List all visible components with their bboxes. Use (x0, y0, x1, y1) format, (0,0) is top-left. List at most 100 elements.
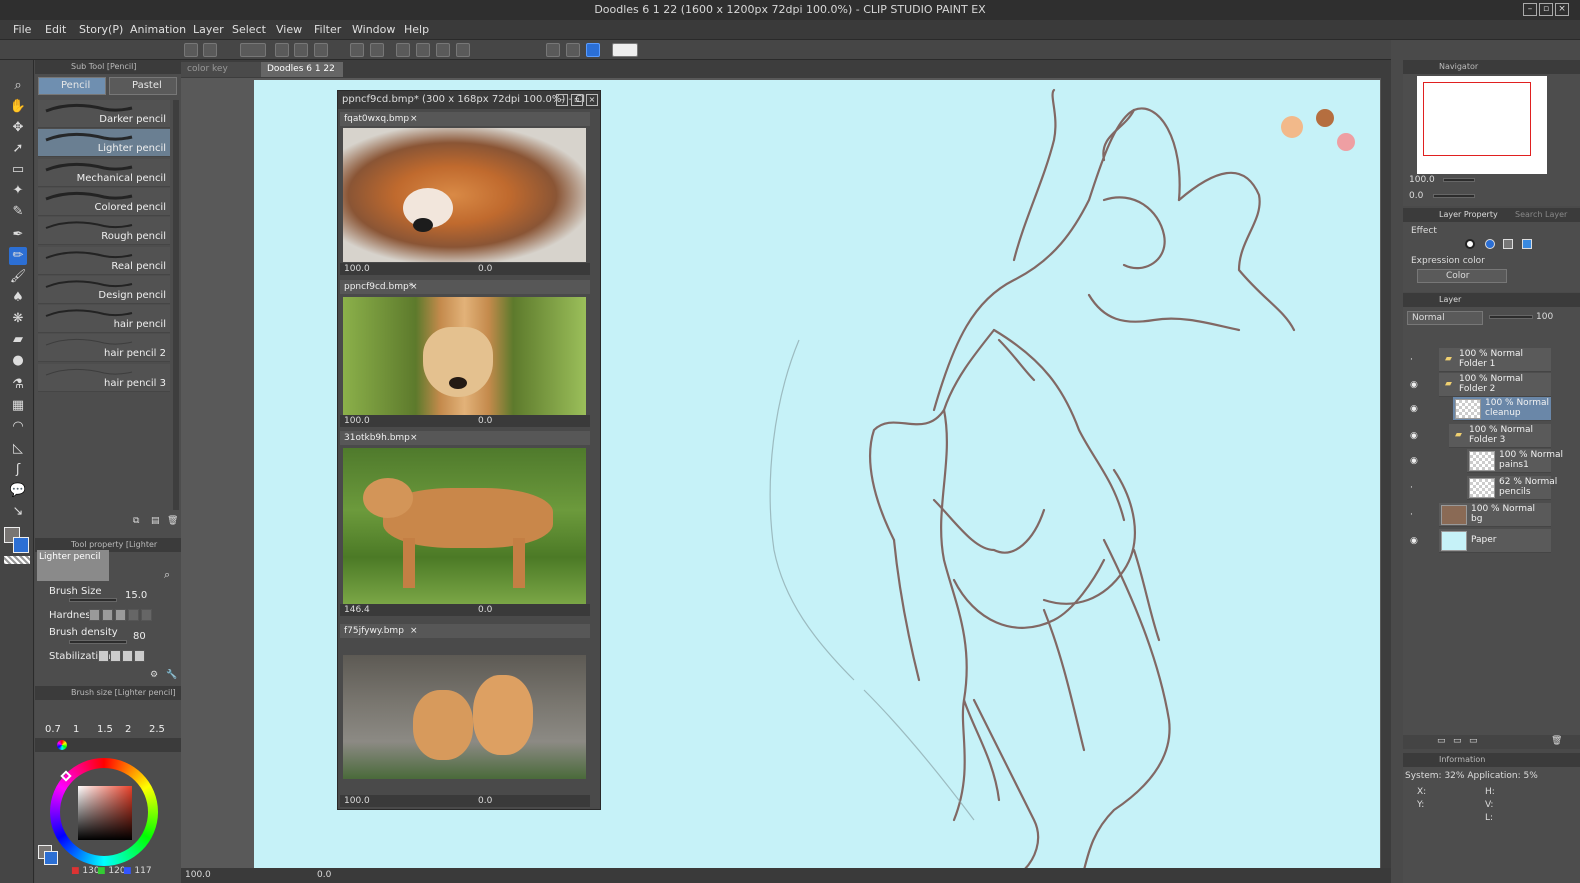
sub-tool-item[interactable]: Lighter pencil (38, 129, 170, 158)
navigator-zoom-value[interactable]: 100.0 (1409, 175, 1435, 185)
tone-effect-icon[interactable] (1503, 239, 1513, 249)
watercolor-edge-icon[interactable] (1485, 239, 1495, 249)
sub-view-window[interactable]: ppncf9cd.bmp* (300 x 168px 72dpi 100.0%)… (337, 90, 601, 810)
redo-icon[interactable] (370, 43, 384, 57)
sub-color-indicator[interactable] (44, 851, 58, 865)
wrench-icon[interactable]: 🔧 (166, 670, 177, 680)
crop-icon[interactable] (456, 43, 470, 57)
navigator-angle-slider[interactable] (1433, 194, 1475, 198)
sub-tool-item[interactable]: Darker pencil (38, 100, 170, 128)
canvas-angle-value[interactable]: 0.0 (317, 870, 331, 880)
sub-view-image-tab[interactable]: 31otkb9h.bmp × (340, 431, 590, 445)
close-button[interactable]: × (1555, 3, 1569, 16)
color-wheel[interactable] (50, 758, 158, 866)
grid-icon[interactable] (184, 43, 198, 57)
hardness-segment-4[interactable] (128, 609, 139, 621)
menu-edit[interactable]: Edit (45, 23, 66, 36)
saturation-value-square[interactable] (78, 786, 132, 840)
sub-tool-item[interactable]: Rough pencil (38, 217, 170, 246)
layer-opacity-value[interactable]: 100 (1536, 312, 1553, 322)
sub-tool-item[interactable]: hair pencil (38, 305, 170, 334)
menu-help[interactable]: Help (404, 23, 429, 36)
sub-tool-item[interactable]: hair pencil 2 (38, 334, 170, 363)
brush-density-slider[interactable] (69, 640, 127, 644)
brush-tool-icon[interactable]: 🖌 (9, 268, 27, 286)
tab-doodles[interactable]: Doodles 6 1 22 × (261, 62, 343, 89)
hardness-segment-5[interactable] (141, 609, 152, 621)
undo-icon[interactable] (350, 43, 364, 57)
sub-view-close-button[interactable]: × (586, 94, 598, 106)
menu-filter[interactable]: Filter (314, 23, 341, 36)
sub-view-maximize-button[interactable]: ▫ (571, 94, 583, 106)
sub-color-swatch[interactable] (13, 537, 29, 553)
tab-layer[interactable]: Layer (1439, 295, 1461, 304)
clip-studio-icon[interactable] (240, 43, 266, 57)
layer-row[interactable]: 100 % Normal pains1 (1467, 449, 1563, 473)
sub-tool-item[interactable]: Design pencil (38, 275, 170, 304)
add-sub-tool-icon[interactable]: ⧉ (133, 516, 139, 526)
transparent-color-swatch[interactable] (4, 556, 30, 564)
canvas-vertical-scrollbar[interactable] (1381, 60, 1391, 873)
blend-mode-select[interactable]: Normal (1407, 311, 1483, 325)
maximize-button[interactable]: ▫ (1539, 3, 1553, 16)
hue-marker[interactable] (60, 770, 72, 782)
navigator-angle-value[interactable]: 0.0 (1409, 191, 1423, 201)
snap-special-ruler-icon[interactable] (566, 43, 580, 57)
balloon-tool-icon[interactable]: 💬 (9, 482, 27, 500)
figure-tool-icon[interactable]: ◠ (9, 418, 27, 436)
color-wheel-tab-icon[interactable] (57, 740, 67, 750)
pen-tool-icon[interactable]: ✒ (9, 226, 27, 244)
stabilization-segment-4[interactable] (134, 650, 145, 662)
blend-tool-icon[interactable]: ● (9, 352, 27, 370)
canvas-zoom-value[interactable]: 100.0 (185, 870, 211, 880)
new-raster-layer-icon[interactable]: ▭ (1437, 736, 1446, 746)
menu-animation[interactable]: Animation (130, 23, 186, 36)
layer-visibility-eye-icon[interactable]: ◉ (1410, 381, 1420, 390)
layer-row[interactable]: 62 % Normal pencils (1467, 476, 1557, 500)
brush-size-option[interactable]: 1.5 (97, 724, 113, 735)
move-tool-icon[interactable]: ✥ (9, 119, 27, 137)
layer-visibility-eye-icon[interactable]: ◉ (1410, 537, 1420, 546)
menu-view[interactable]: View (276, 23, 302, 36)
tab-pencil[interactable]: Pencil (38, 77, 106, 95)
sub-tool-item[interactable]: Real pencil (38, 246, 170, 275)
menu-file[interactable]: File (13, 23, 31, 36)
stabilization-segment-1[interactable] (98, 650, 109, 662)
transform-icon[interactable] (396, 43, 410, 57)
window-icon[interactable] (203, 43, 217, 57)
decoration-tool-icon[interactable]: ❋ (9, 310, 27, 328)
correct-line-tool-icon[interactable]: ↘ (9, 503, 27, 521)
layer-visibility-eye-icon[interactable]: · (1410, 356, 1420, 365)
fill-tool-icon[interactable]: ⚗ (9, 376, 27, 394)
delete-sub-tool-icon[interactable]: 🗑 (167, 516, 178, 526)
airbrush-tool-icon[interactable]: ♠ (9, 289, 27, 307)
brush-size-slider[interactable] (69, 598, 117, 602)
brush-size-option[interactable]: 2 (125, 724, 131, 735)
brush-size-option[interactable]: 2.5 (149, 724, 165, 735)
sub-view-image-tab[interactable]: ppncf9cd.bmp* × (340, 280, 590, 294)
search-icon[interactable]: ⌕ (164, 568, 170, 582)
canvas-horizontal-scrollbar[interactable]: 100.0 0.0 (181, 868, 1391, 883)
layer-row[interactable]: ▰ 100 % Normal Folder 2 (1439, 373, 1551, 397)
navigator-viewport-frame[interactable] (1423, 82, 1531, 156)
eraser-tool-icon[interactable]: ▰ (9, 331, 27, 349)
new-file-icon[interactable] (275, 43, 289, 57)
tab-search-layer[interactable]: Search Layer (1515, 210, 1567, 219)
hardness-segment-1[interactable] (89, 609, 100, 621)
hardness-segment-2[interactable] (102, 609, 113, 621)
tab-color-key[interactable]: color key cb1(R (181, 62, 261, 89)
snap-ruler-icon[interactable] (546, 43, 560, 57)
snap-grid-icon[interactable] (586, 43, 600, 57)
stabilization-segment-2[interactable] (110, 650, 121, 662)
sub-tool-scrollbar[interactable] (173, 100, 179, 510)
ruler-tool-icon[interactable]: ◺ (9, 440, 27, 458)
copy-sub-tool-icon[interactable]: ▤ (151, 516, 160, 526)
hardness-segment-3[interactable] (115, 609, 126, 621)
save-icon[interactable] (314, 43, 328, 57)
menu-window[interactable]: Window (352, 23, 395, 36)
close-icon[interactable]: × (410, 280, 418, 294)
operation-tool-icon[interactable]: ➚ (9, 140, 27, 158)
layer-row[interactable]: ▰ 100 % Normal Folder 3 (1449, 424, 1551, 448)
stabilization-segment-3[interactable] (122, 650, 133, 662)
new-folder-icon[interactable]: ▭ (1469, 736, 1478, 746)
